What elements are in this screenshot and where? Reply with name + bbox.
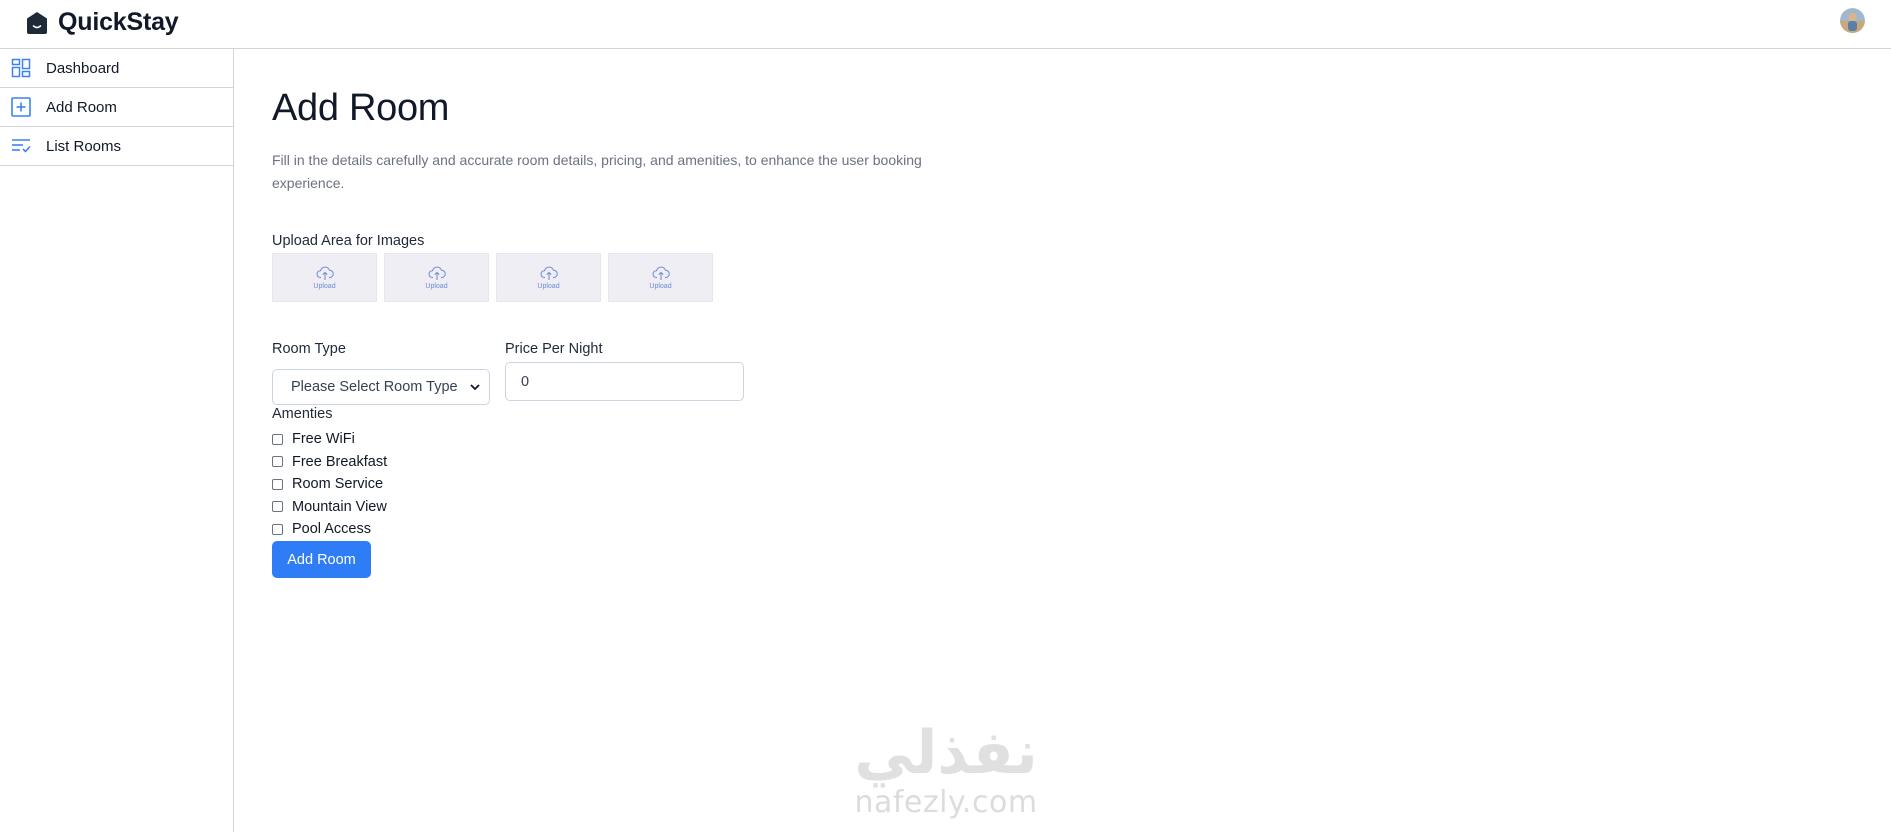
add-room-button[interactable]: Add Room bbox=[272, 541, 371, 578]
watermark-latin-text: nafezly.com bbox=[854, 785, 1038, 820]
amenity-label: Free Breakfast bbox=[292, 453, 388, 470]
amenity-free-breakfast[interactable]: Free Breakfast bbox=[272, 451, 387, 474]
upload-image-slot[interactable]: Upload bbox=[272, 253, 377, 302]
upload-image-slot[interactable]: Upload bbox=[608, 253, 713, 302]
upload-text: Upload bbox=[313, 283, 336, 290]
sidebar-item-dashboard[interactable]: Dashboard bbox=[0, 49, 233, 88]
amenity-label: Pool Access bbox=[292, 521, 371, 538]
price-per-night-label: Price Per Night bbox=[505, 341, 603, 357]
amenity-room-service[interactable]: Room Service bbox=[272, 473, 387, 496]
sidebar-item-list-rooms[interactable]: List Rooms bbox=[0, 127, 233, 166]
upload-text: Upload bbox=[537, 283, 560, 290]
main-content: Add Room Fill in the details carefully a… bbox=[272, 49, 1891, 832]
brand-logo[interactable]: QuickStay bbox=[24, 8, 179, 37]
room-type-select[interactable]: Please Select Room Type bbox=[272, 369, 490, 405]
house-smile-icon bbox=[24, 10, 50, 36]
upload-area-label: Upload Area for Images bbox=[272, 233, 425, 249]
watermark-arabic-text: نفذلي bbox=[854, 718, 1038, 788]
add-square-icon bbox=[11, 97, 31, 117]
upload-image-slot[interactable]: Upload bbox=[496, 253, 601, 302]
sidebar-item-label: Dashboard bbox=[46, 59, 120, 77]
cloud-upload-icon bbox=[316, 266, 334, 280]
amenity-mountain-view[interactable]: Mountain View bbox=[272, 496, 387, 519]
amenity-checkbox[interactable] bbox=[272, 433, 283, 445]
amenity-checkbox[interactable] bbox=[272, 523, 283, 535]
watermark: نفذلي nafezly.com bbox=[838, 720, 1054, 832]
list-check-icon bbox=[11, 136, 31, 156]
amenity-label: Free WiFi bbox=[292, 431, 355, 448]
amenities-list: Free WiFi Free Breakfast Room Service Mo… bbox=[272, 428, 387, 541]
upload-text: Upload bbox=[425, 283, 448, 290]
cloud-upload-icon bbox=[540, 266, 558, 280]
dashboard-grid-icon bbox=[11, 58, 31, 78]
top-navbar: QuickStay bbox=[0, 0, 1891, 49]
sidebar: Dashboard Add Room List Rooms bbox=[0, 49, 234, 832]
chevron-down-icon bbox=[470, 384, 480, 391]
upload-area: Upload Upload Upload Upload bbox=[272, 253, 713, 302]
amenity-label: Mountain View bbox=[292, 498, 387, 515]
user-avatar[interactable] bbox=[1840, 8, 1865, 33]
amenity-checkbox[interactable] bbox=[272, 501, 283, 513]
page-description: Fill in the details carefully and accura… bbox=[272, 152, 922, 191]
amenity-pool-access[interactable]: Pool Access bbox=[272, 518, 387, 541]
room-type-label: Room Type bbox=[272, 341, 346, 357]
sidebar-item-add-room[interactable]: Add Room bbox=[0, 88, 233, 127]
cloud-upload-icon bbox=[428, 266, 446, 280]
price-per-night-input[interactable] bbox=[505, 362, 744, 401]
amenity-checkbox[interactable] bbox=[272, 456, 283, 468]
sidebar-item-label: Add Room bbox=[46, 98, 117, 116]
amenity-checkbox[interactable] bbox=[272, 478, 283, 490]
upload-image-slot[interactable]: Upload bbox=[384, 253, 489, 302]
brand-name: QuickStay bbox=[58, 8, 179, 36]
upload-text: Upload bbox=[649, 283, 672, 290]
cloud-upload-icon bbox=[652, 266, 670, 280]
amenity-free-wifi[interactable]: Free WiFi bbox=[272, 428, 387, 451]
page-title: Add Room bbox=[272, 87, 450, 129]
room-type-selected-value: Please Select Room Type bbox=[291, 379, 458, 395]
sidebar-item-label: List Rooms bbox=[46, 137, 122, 155]
amenity-label: Room Service bbox=[292, 476, 384, 493]
amenities-label: Amenties bbox=[272, 406, 333, 422]
